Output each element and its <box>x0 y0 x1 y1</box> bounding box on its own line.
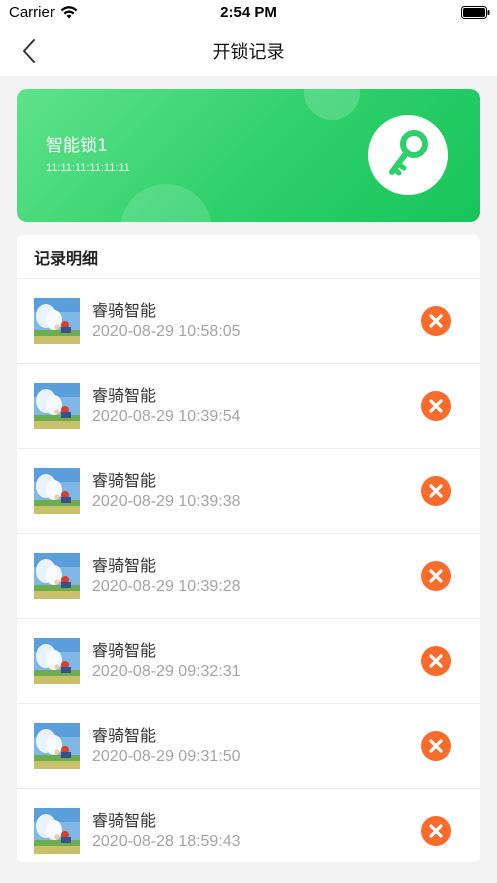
lock-id: 11:11:11:11:11:11 <box>46 162 130 174</box>
records-panel: 记录明细 睿骑智能 2020-08-29 10:58:05 睿骑智能 2020-… <box>17 235 480 862</box>
avatar-image <box>34 383 80 429</box>
record-time: 2020-08-29 10:58:05 <box>92 323 241 340</box>
record-name: 睿骑智能 <box>92 811 157 830</box>
avatar <box>34 383 80 429</box>
record-time: 2020-08-29 09:32:31 <box>92 663 241 680</box>
delete-record-button[interactable] <box>421 816 451 846</box>
close-icon <box>429 569 443 583</box>
record-time: 2020-08-29 10:39:28 <box>92 578 241 595</box>
key-icon <box>389 130 428 176</box>
delete-record-button[interactable] <box>421 561 451 591</box>
avatar-image <box>34 298 80 344</box>
page-title: 开锁记录 <box>212 42 285 63</box>
lock-card[interactable]: 智能锁1 11:11:11:11:11:11 <box>17 89 480 222</box>
battery-icon <box>461 6 490 19</box>
record-name: 睿骑智能 <box>92 641 157 660</box>
avatar-image <box>34 553 80 599</box>
records-title: 记录明细 <box>34 249 99 268</box>
key-badge <box>368 115 448 195</box>
avatar-image <box>34 638 80 684</box>
status-time: 2:54 PM <box>220 4 277 21</box>
record-name: 睿骑智能 <box>92 301 157 320</box>
record-row[interactable]: 睿骑智能 2020-08-29 09:32:31 <box>17 619 480 704</box>
decorative-circle <box>120 184 212 222</box>
close-icon <box>429 399 443 413</box>
record-name: 睿骑智能 <box>92 556 157 575</box>
record-time: 2020-08-29 09:31:50 <box>92 748 241 765</box>
record-row[interactable]: 睿骑智能 2020-08-29 10:39:54 <box>17 364 480 449</box>
close-icon <box>429 654 443 668</box>
delete-record-button[interactable] <box>421 476 451 506</box>
record-name: 睿骑智能 <box>92 726 157 745</box>
record-row[interactable]: 睿骑智能 2020-08-29 10:39:28 <box>17 534 480 619</box>
close-icon <box>429 484 443 498</box>
avatar <box>34 808 80 854</box>
close-icon <box>429 314 443 328</box>
record-time: 2020-08-29 10:39:54 <box>92 408 241 425</box>
record-time: 2020-08-28 18:59:43 <box>92 833 241 850</box>
avatar-image <box>34 468 80 514</box>
delete-record-button[interactable] <box>421 391 451 421</box>
record-row[interactable]: 睿骑智能 2020-08-29 09:31:50 <box>17 704 480 789</box>
delete-record-button[interactable] <box>421 306 451 336</box>
avatar <box>34 468 80 514</box>
avatar-image <box>34 808 80 854</box>
decorative-circle <box>304 89 360 120</box>
nav-bar: 开锁记录 <box>0 26 497 76</box>
record-row[interactable]: 睿骑智能 2020-08-28 18:59:43 <box>17 789 480 862</box>
records-header: 记录明细 <box>17 235 480 279</box>
record-name: 睿骑智能 <box>92 471 157 490</box>
delete-record-button[interactable] <box>421 646 451 676</box>
record-row[interactable]: 睿骑智能 2020-08-29 10:39:38 <box>17 449 480 534</box>
records-list: 睿骑智能 2020-08-29 10:58:05 睿骑智能 2020-08-29… <box>17 279 480 862</box>
record-name: 睿骑智能 <box>92 386 157 405</box>
status-bar: Carrier 2:54 PM <box>0 0 497 26</box>
avatar <box>34 553 80 599</box>
close-icon <box>429 824 443 838</box>
avatar-image <box>34 723 80 769</box>
avatar <box>34 298 80 344</box>
lock-name: 智能锁1 <box>46 136 108 156</box>
close-icon <box>429 739 443 753</box>
record-time: 2020-08-29 10:39:38 <box>92 493 241 510</box>
delete-record-button[interactable] <box>421 731 451 761</box>
avatar <box>34 638 80 684</box>
record-row[interactable]: 睿骑智能 2020-08-29 10:58:05 <box>17 279 480 364</box>
avatar <box>34 723 80 769</box>
